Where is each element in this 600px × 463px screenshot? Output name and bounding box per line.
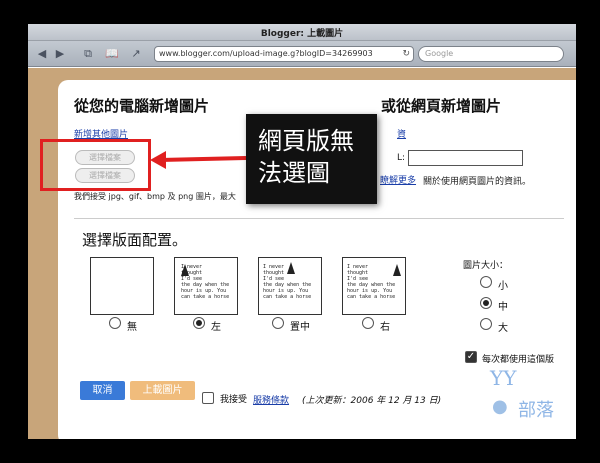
image-url-input[interactable] — [408, 150, 523, 166]
pointer-arrow-icon — [150, 151, 247, 169]
bookmarks-icon[interactable]: 📖 — [104, 46, 120, 61]
always-use-checkbox[interactable]: ✓ — [465, 351, 477, 363]
callout-line-1: 網頁版無 — [258, 127, 354, 155]
share-icon[interactable]: ↗ — [128, 46, 144, 61]
layout-radio-right[interactable] — [362, 317, 374, 329]
search-input[interactable]: Google — [418, 46, 564, 62]
size-label-medium: 中 — [498, 302, 508, 313]
cancel-button[interactable]: 取消 — [80, 381, 125, 400]
size-label-large: 大 — [498, 323, 508, 334]
thumb-text: I never thought I'd see the day when the… — [181, 264, 230, 300]
thumb-text: I never thought I'd see the day when the… — [347, 264, 396, 300]
section-divider — [74, 218, 564, 219]
learn-more-text: 關於使用網頁圖片的資訊。 — [423, 177, 532, 187]
apple-logo-icon: ● — [492, 396, 508, 417]
layout-radio-none[interactable] — [109, 317, 121, 329]
upload-button[interactable]: 上載圖片 — [130, 381, 195, 400]
layout-thumb-none[interactable] — [90, 257, 154, 315]
window-title: Blogger: 上載圖片 — [260, 29, 344, 39]
browser-toolbar: ◀ ▶ ⧉ 📖 ↗ www.blogger.com/upload-image.g… — [28, 41, 576, 67]
layout-thumb-left[interactable]: I never thought I'd see the day when the… — [174, 257, 238, 315]
back-icon[interactable]: ◀ — [34, 46, 50, 61]
layout-thumb-center[interactable]: I never thought I'd see the day when the… — [258, 257, 322, 315]
thumb-text: I never thought I'd see the day when the… — [263, 264, 312, 300]
upload-from-computer-heading: 從您的電腦新增圖片 — [74, 97, 210, 115]
layout-radio-center[interactable] — [272, 317, 284, 329]
reload-icon[interactable]: ↻ — [402, 47, 410, 61]
layout-heading: 選擇版面配置。 — [82, 231, 188, 249]
url-text: www.blogger.com/upload-image.g?blogID=34… — [159, 49, 373, 58]
layout-label-none: 無 — [127, 322, 137, 333]
formats-note: 我們接受 jpg、gif、bmp 及 png 圖片，最大 — [74, 192, 236, 201]
size-radio-large[interactable] — [480, 318, 492, 330]
terms-updated-note: (上次更新：2006 年 12 月 13 日) — [302, 396, 442, 406]
pages-icon[interactable]: ⧉ — [80, 46, 96, 61]
always-use-label: 每次都使用這個版 — [482, 355, 555, 365]
highlight-box — [40, 139, 151, 191]
size-radio-small[interactable] — [480, 276, 492, 288]
image-size-heading: 圖片大小： — [463, 261, 509, 271]
layout-label-right: 右 — [380, 322, 390, 333]
layout-thumb-right[interactable]: I never thought I'd see the day when the… — [342, 257, 406, 315]
web-image-link[interactable]: 資 — [397, 127, 406, 140]
upload-from-web-heading: 或從網頁新增圖片 — [381, 97, 502, 115]
callout-line-2: 法選圖 — [258, 159, 330, 187]
size-label-small: 小 — [498, 281, 508, 292]
title-bar: Blogger: 上載圖片 — [28, 24, 576, 41]
forward-icon[interactable]: ▶ — [52, 46, 68, 61]
layout-label-center: 置中 — [290, 322, 310, 333]
layout-label-left: 左 — [211, 322, 221, 333]
watermark-text: 部落 — [518, 400, 554, 421]
watermark-brand: YY — [490, 366, 517, 390]
annotation-callout: 網頁版無 法選圖 — [246, 114, 377, 204]
url-label: L: — [397, 153, 406, 163]
learn-more-link[interactable]: 瞭解更多 — [380, 173, 416, 186]
terms-of-service-link[interactable]: 服務條款 — [253, 393, 289, 406]
size-radio-medium[interactable] — [480, 297, 492, 309]
accept-terms-prefix: 我接受 — [220, 395, 248, 405]
address-bar[interactable]: www.blogger.com/upload-image.g?blogID=34… — [154, 46, 414, 62]
layout-radio-left[interactable] — [193, 317, 205, 329]
accept-terms-checkbox[interactable] — [202, 392, 214, 404]
